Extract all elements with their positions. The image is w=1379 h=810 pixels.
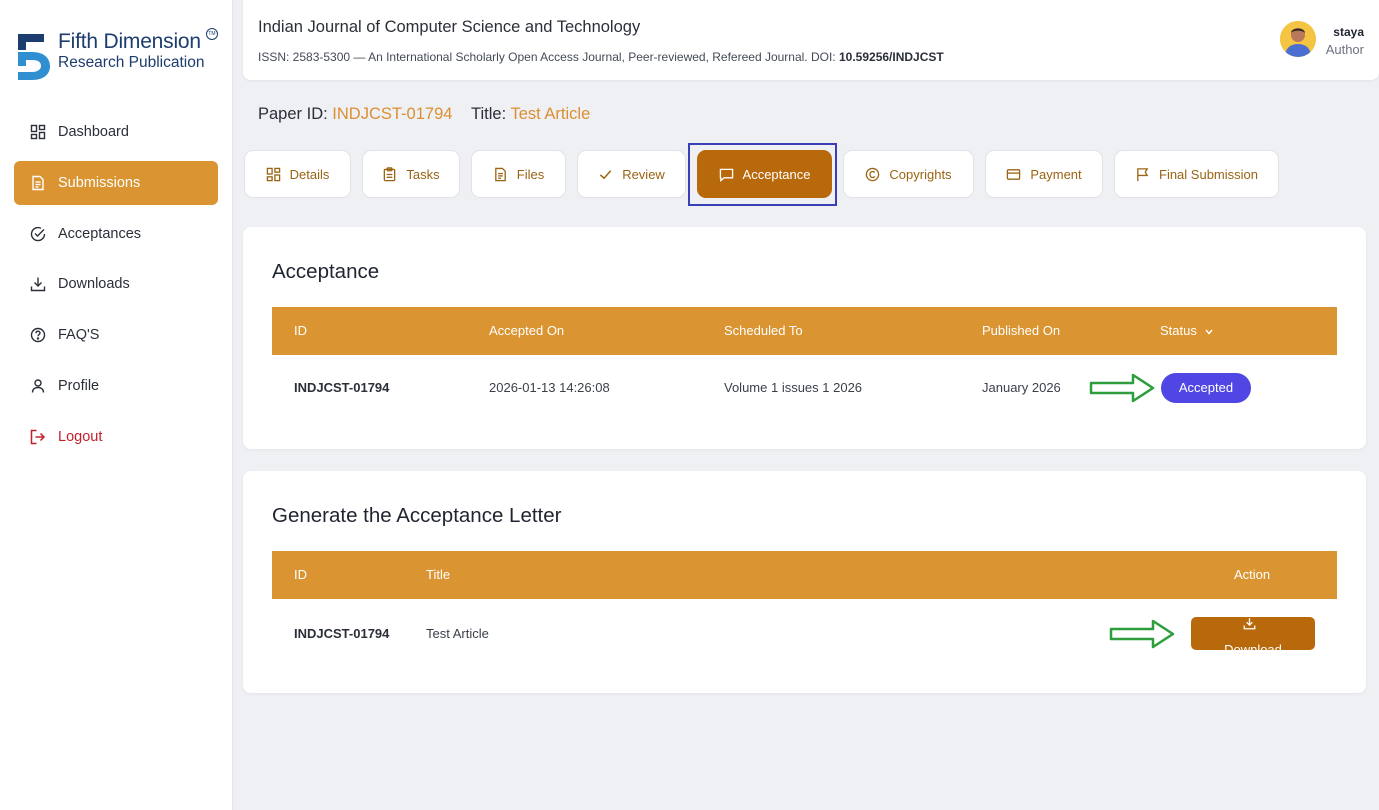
cell-accepted-on: 2026-01-13 14:26:08 [489, 380, 610, 395]
sidebar-item-logout[interactable]: Logout [14, 415, 218, 459]
annotation-arrow-icon [1109, 619, 1175, 649]
column-header-scheduled-to: Scheduled To [724, 323, 803, 338]
tab-payment[interactable]: Payment [985, 150, 1103, 198]
journal-issn-text: ISSN: 2583-5300 — An International Schol… [258, 50, 839, 64]
download-icon [30, 276, 46, 292]
user-name: staya [1333, 25, 1364, 39]
status-badge: Accepted [1161, 373, 1251, 403]
sidebar-nav: Dashboard Submissions Acceptances Downlo… [14, 110, 218, 466]
sidebar-item-downloads[interactable]: Downloads [14, 262, 218, 306]
column-header-title: Title [426, 567, 451, 582]
status-header-label: Status [1160, 323, 1197, 338]
sidebar-item-label: Profile [58, 377, 100, 394]
paper-info: Paper ID: INDJCST-01794 Title: Test Arti… [258, 105, 590, 124]
tab-files[interactable]: Files [471, 150, 566, 198]
sidebar-item-label: Downloads [58, 276, 130, 293]
sidebar-item-label: Acceptances [58, 225, 142, 242]
column-header-accepted-on: Accepted On [489, 323, 565, 338]
tab-label: Review [622, 166, 665, 182]
sidebar-item-dashboard[interactable]: Dashboard [14, 110, 218, 154]
logout-icon [30, 429, 46, 445]
grid-icon [266, 167, 281, 182]
user-icon [30, 378, 46, 394]
credit-card-icon [1006, 167, 1021, 182]
sidebar-item-label: FAQ'S [58, 327, 100, 344]
acceptance-letter-card: Generate the Acceptance Letter ID Title … [243, 471, 1366, 693]
tab-review[interactable]: Review [577, 150, 686, 198]
column-header-action: Action [1234, 567, 1271, 582]
paper-id-label: Paper ID: [258, 105, 328, 123]
letter-title: Generate the Acceptance Letter [272, 504, 562, 527]
acceptance-table-header: ID Accepted On Scheduled To Published On… [272, 307, 1337, 355]
cell-scheduled-to: Volume 1 issues 1 2026 [724, 380, 863, 395]
table-row: INDJCST-01794 Test Article Download [272, 601, 1337, 667]
tab-label: Payment [1030, 166, 1082, 182]
sidebar-item-submissions[interactable]: Submissions [14, 160, 218, 205]
tab-tasks[interactable]: Tasks [362, 150, 460, 198]
cell-title: Test Article [426, 626, 489, 641]
tab-label: Tasks [406, 166, 440, 182]
brand-line2: Research Publication [58, 54, 205, 71]
help-circle-icon [30, 327, 46, 343]
tab-label: Details [289, 166, 330, 182]
grid-icon [30, 124, 46, 140]
document-icon [30, 175, 46, 191]
trademark-badge: TM [206, 28, 218, 40]
tab-label: Final Submission [1159, 166, 1258, 182]
copyright-icon [865, 167, 880, 182]
acceptance-title: Acceptance [272, 260, 380, 283]
tab-copyrights[interactable]: Copyrights [843, 150, 974, 198]
journal-subtitle: ISSN: 2583-5300 — An International Schol… [258, 50, 944, 64]
paper-title-value: Test Article [510, 105, 591, 123]
journal-doi: 10.59256/INDJCST [838, 50, 944, 64]
tab-label: Files [516, 166, 545, 182]
sidebar-item-acceptances[interactable]: Acceptances [14, 212, 218, 256]
top-header: Indian Journal of Computer Science and T… [243, 0, 1379, 80]
column-header-published-on: Published On [982, 323, 1061, 338]
check-icon [598, 167, 613, 182]
letter-table-header: ID Title Action [272, 551, 1337, 599]
user-role: Author [1325, 42, 1364, 57]
sidebar: Fifth Dimension Research Publication TM … [0, 0, 233, 810]
cell-id: INDJCST-01794 [294, 626, 390, 641]
cell-published-on: January 2026 [982, 380, 1061, 395]
clipboard-icon [382, 166, 397, 182]
journal-title: Indian Journal of Computer Science and T… [258, 18, 641, 36]
download-button[interactable]: Download [1191, 617, 1315, 657]
sidebar-item-profile[interactable]: Profile [14, 364, 218, 408]
file-icon [493, 167, 508, 182]
flag-icon [1135, 167, 1150, 182]
download-label: Download [1224, 642, 1282, 657]
avatar[interactable] [1280, 21, 1316, 57]
sidebar-item-faqs[interactable]: FAQ'S [14, 313, 218, 357]
table-row: INDJCST-01794 2026-01-13 14:26:08 Volume… [272, 355, 1337, 421]
annotation-highlight-box [688, 143, 837, 206]
sidebar-item-label: Dashboard [58, 124, 129, 140]
column-header-status[interactable]: Status [1160, 307, 1213, 355]
tab-final-submission[interactable]: Final Submission [1114, 150, 1279, 198]
logo-mark-icon [18, 34, 50, 80]
brand-line1: Fifth Dimension [58, 30, 201, 53]
sidebar-item-label: Logout [58, 428, 103, 445]
tab-label: Copyrights [889, 166, 952, 182]
check-circle-icon [30, 226, 46, 242]
paper-id-value: INDJCST-01794 [332, 105, 453, 123]
annotation-arrow-icon [1089, 373, 1155, 403]
brand-logo[interactable]: Fifth Dimension Research Publication TM [14, 28, 224, 84]
column-header-id: ID [294, 567, 307, 582]
cell-id: INDJCST-01794 [294, 380, 390, 395]
paper-title-label: Title: [471, 105, 507, 123]
column-header-id: ID [294, 323, 307, 338]
sidebar-item-label: Submissions [58, 174, 141, 191]
chevron-down-icon [1205, 307, 1213, 355]
acceptance-card: Acceptance ID Accepted On Scheduled To P… [243, 227, 1366, 449]
tab-details[interactable]: Details [244, 150, 351, 198]
